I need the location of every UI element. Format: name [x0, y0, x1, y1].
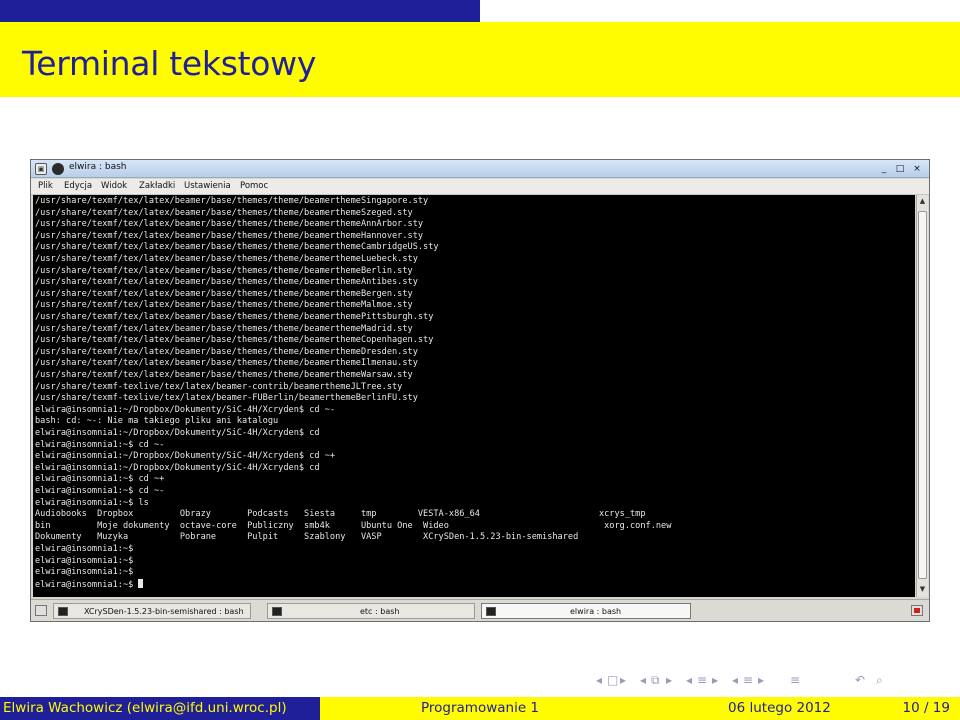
- terminal-line: /usr/share/texmf/tex/latex/beamer/base/t…: [35, 242, 439, 253]
- nav-doc-right-icon[interactable]: ▸: [758, 673, 764, 687]
- minimize-button[interactable]: _: [878, 163, 890, 175]
- terminal-line: /usr/share/texmf/tex/latex/beamer/base/t…: [35, 370, 413, 380]
- close-button[interactable]: ×: [911, 163, 923, 175]
- terminal-line: elwira@insomnia1:~$: [35, 578, 144, 592]
- taskbar-menu-icon[interactable]: [35, 605, 47, 616]
- menu-edycja[interactable]: Edycja: [64, 181, 92, 191]
- beamer-navigation: ◂ □ ▸ ◂ ⧉ ▸ ◂ ≡ ▸ ◂ ≡ ▸ ≡ ↶ ⌕: [0, 673, 960, 691]
- terminal-line: /usr/share/texmf/tex/latex/beamer/base/t…: [35, 196, 429, 206]
- task-etc-bash[interactable]: etc : bash: [267, 603, 475, 619]
- terminal-line: elwira@insomnia1:~$: [35, 555, 134, 566]
- terminal-line: /usr/share/texmf/tex/latex/beamer/base/t…: [35, 207, 413, 218]
- terminal-line: /usr/share/texmf-texlive/tex/latex/beame…: [35, 393, 418, 404]
- footer-author: Elwira Wachowicz (elwira@ifd.uni.wroc.pl…: [0, 697, 320, 720]
- task-label: XCrySDen-1.5.23-bin-semishared : bash: [84, 607, 244, 616]
- task-label: elwira : bash: [570, 607, 622, 616]
- scroll-thumb[interactable]: [918, 211, 927, 579]
- nav-subsection-icon: ⧉: [651, 673, 660, 687]
- taskbar: XCrySDen-1.5.23-bin-semishared : bash et…: [31, 599, 929, 621]
- tray-icon[interactable]: [911, 605, 923, 616]
- terminal-line: elwira@insomnia1:~$ ls: [35, 497, 149, 508]
- window-menu-icon[interactable]: ▣: [35, 163, 47, 175]
- nav-frame-icon: □: [607, 673, 619, 687]
- terminal-line: elwira@insomnia1:~$ cd ~-: [35, 486, 165, 496]
- task-label: etc : bash: [360, 607, 400, 616]
- footer-right: 06 lutego 2012 10 / 19: [640, 697, 960, 720]
- menu-zakladki[interactable]: Zakładki: [139, 181, 175, 191]
- terminal-line: /usr/share/texmf/tex/latex/beamer/base/t…: [35, 300, 413, 311]
- terminal-line: elwira@insomnia1:~/Dropbox/Dokumenty/SiC…: [35, 451, 336, 462]
- page-title: Terminal tekstowy: [22, 44, 317, 83]
- task-elwira-bash[interactable]: elwira : bash: [481, 603, 691, 619]
- footer-page-number: 10 / 19: [902, 700, 951, 716]
- nav-subsection-left-icon[interactable]: ◂: [640, 673, 646, 687]
- nav-section-icon: ≡: [697, 673, 708, 687]
- terminal-line: /usr/share/texmf-texlive/tex/latex/beame…: [35, 381, 403, 392]
- terminal-line: elwira@insomnia1:~/Dropbox/Dokumenty/SiC…: [35, 404, 336, 415]
- terminal-line: /usr/share/texmf/tex/latex/beamer/base/t…: [35, 346, 418, 357]
- terminal-line: Dokumenty Muzyka Pobrane Pulpit Szablony…: [35, 532, 579, 543]
- header-bar: [0, 0, 480, 22]
- terminal-icon: [272, 607, 282, 616]
- terminal-line: elwira@insomnia1:~$ cd ~-: [35, 439, 165, 450]
- terminal-line: /usr/share/texmf/tex/latex/beamer/base/t…: [35, 288, 413, 299]
- window-title: elwira : bash: [69, 162, 127, 172]
- nav-doc-icon: ≡: [743, 673, 754, 687]
- terminal-line: /usr/share/texmf/tex/latex/beamer/base/t…: [35, 219, 424, 230]
- terminal-line: /usr/share/texmf/tex/latex/beamer/base/t…: [35, 312, 434, 322]
- nav-align-icon[interactable]: ≡: [790, 673, 800, 687]
- nav-search-icon[interactable]: ⌕: [876, 673, 883, 688]
- terminal-line: elwira@insomnia1:~/Dropbox/Dokumenty/SiC…: [35, 428, 320, 438]
- terminal-line: /usr/share/texmf/tex/latex/beamer/base/t…: [35, 230, 424, 241]
- maximize-button[interactable]: □: [894, 163, 906, 175]
- nav-subsection-right-icon[interactable]: ▸: [666, 673, 672, 687]
- scroll-down-arrow-icon[interactable]: ▼: [917, 584, 928, 595]
- nav-back-icon[interactable]: ↶: [855, 673, 865, 687]
- task-xcrysden-bash[interactable]: XCrySDen-1.5.23-bin-semishared : bash: [53, 603, 251, 619]
- menu-pomoc[interactable]: Pomoc: [240, 181, 268, 191]
- terminal-line: /usr/share/texmf/tex/latex/beamer/base/t…: [35, 335, 434, 346]
- terminal-app-icon: [52, 163, 64, 175]
- terminal-line: /usr/share/texmf/tex/latex/beamer/base/t…: [35, 358, 418, 369]
- terminal-line: elwira@insomnia1:~$ cd ~+: [35, 474, 165, 485]
- terminal-line: elwira@insomnia1:~/Dropbox/Dokumenty/SiC…: [35, 462, 320, 473]
- footline: Elwira Wachowicz (elwira@ifd.uni.wroc.pl…: [0, 697, 960, 720]
- slide: Terminal tekstowy ▣ elwira : bash _ □ × …: [0, 0, 960, 720]
- window-titlebar[interactable]: ▣ elwira : bash _ □ ×: [31, 160, 929, 178]
- terminal-output[interactable]: /usr/share/texmf/tex/latex/beamer/base/t…: [33, 195, 915, 597]
- nav-frame-left-icon[interactable]: ◂: [596, 673, 602, 687]
- terminal-icon: [58, 607, 68, 616]
- terminal-icon: [486, 607, 496, 616]
- terminal-line: elwira@insomnia1:~$: [35, 567, 134, 578]
- terminal-line: elwira@insomnia1:~$: [35, 544, 134, 554]
- footer-title: Programowanie 1: [320, 697, 640, 720]
- terminal-line: /usr/share/texmf/tex/latex/beamer/base/t…: [35, 277, 418, 288]
- nav-doc-left-icon[interactable]: ◂: [732, 673, 738, 687]
- terminal-cursor: [138, 578, 144, 588]
- footer-date: 06 lutego 2012: [728, 700, 831, 716]
- menu-ustawienia[interactable]: Ustawienia: [184, 181, 231, 191]
- menu-bar: Plik Edycja Widok Zakładki Ustawienia Po…: [31, 179, 929, 195]
- menu-widok[interactable]: Widok: [101, 181, 127, 191]
- terminal-line: bash: cd: ~-: Nie ma takiego pliku ani k…: [35, 416, 279, 427]
- menu-plik[interactable]: Plik: [38, 181, 53, 191]
- terminal-window: ▣ elwira : bash _ □ × Plik Edycja Widok …: [30, 159, 930, 622]
- terminal-line: /usr/share/texmf/tex/latex/beamer/base/t…: [35, 254, 418, 264]
- terminal-line: /usr/share/texmf/tex/latex/beamer/base/t…: [35, 265, 413, 276]
- nav-section-right-icon[interactable]: ▸: [712, 673, 718, 687]
- terminal-line: bin Moje dokumenty octave-core Publiczny…: [35, 520, 672, 531]
- terminal-line: /usr/share/texmf/tex/latex/beamer/base/t…: [35, 323, 413, 334]
- nav-section-left-icon[interactable]: ◂: [686, 673, 692, 687]
- scrollbar[interactable]: ▲ ▼: [916, 195, 928, 597]
- terminal-line: Audiobooks Dropbox Obrazy Podcasts Siest…: [35, 509, 646, 520]
- scroll-up-arrow-icon[interactable]: ▲: [917, 196, 928, 207]
- nav-frame-right-icon[interactable]: ▸: [620, 673, 626, 687]
